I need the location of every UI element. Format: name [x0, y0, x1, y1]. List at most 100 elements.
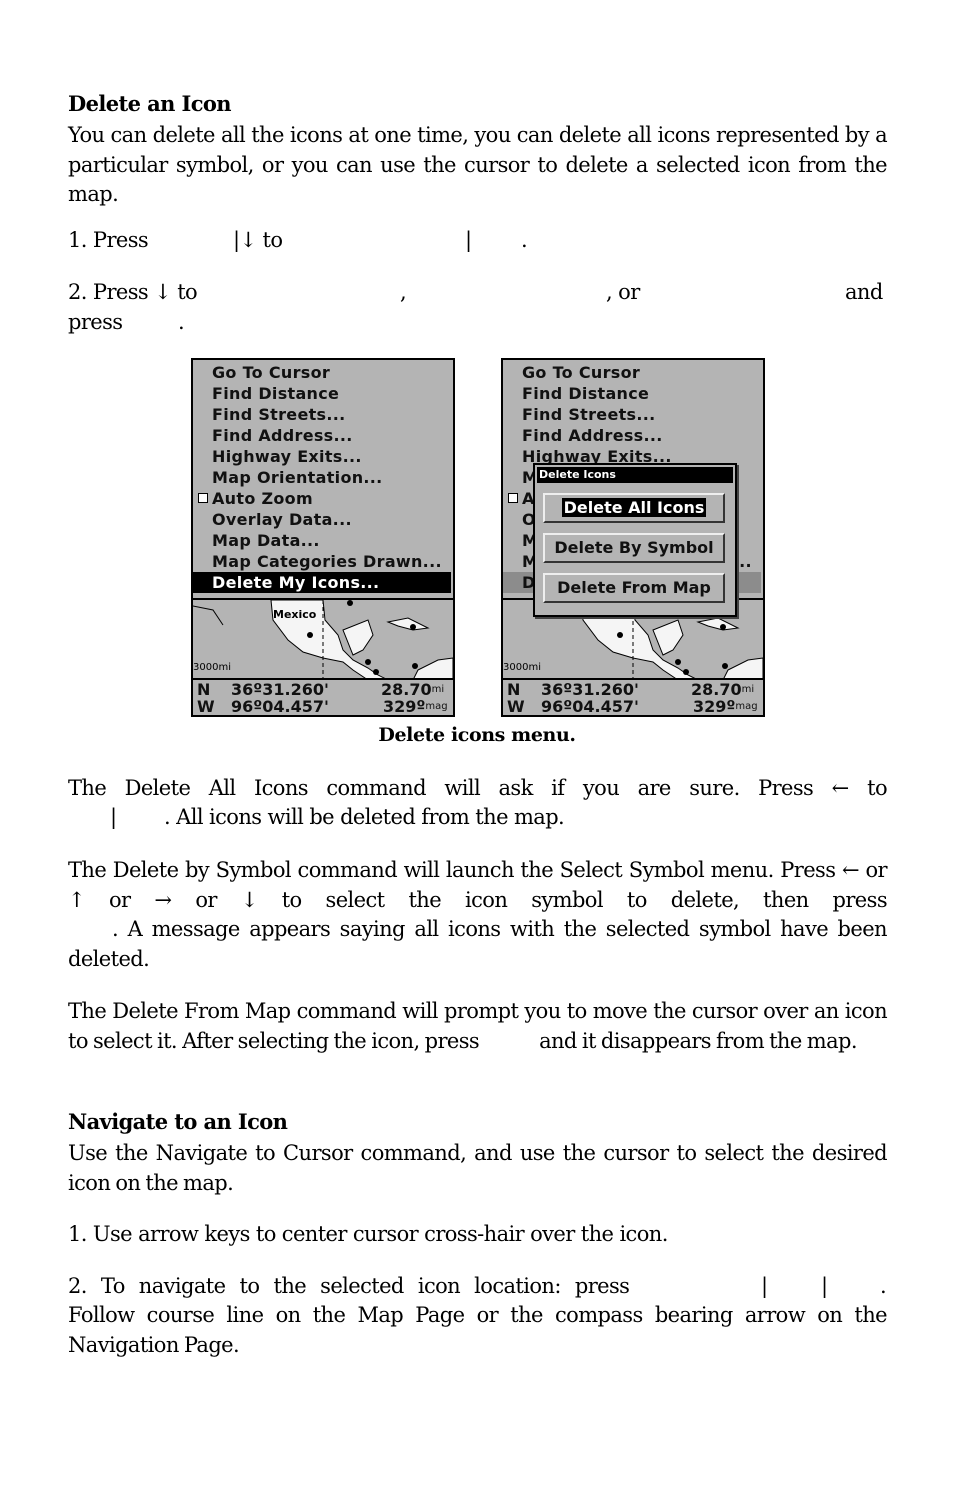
figure-caption: Delete icons menu. [378, 724, 576, 746]
menu-item-label: Find Distance [212, 384, 340, 403]
bearing: 329ºmag [693, 697, 758, 716]
menu-item-label: Delete My Icons... [212, 573, 380, 592]
step1-sep1: |↓ to [233, 228, 283, 252]
step1-prefix: 1. Press [68, 228, 149, 252]
heading-navigate-icon: Navigate to an Icon [68, 1109, 288, 1134]
delete-all-icons-button[interactable]: Delete All Icons [543, 493, 725, 523]
menu-item-label: Map Data... [212, 531, 320, 550]
lat-dir: N [197, 680, 211, 699]
icon-dot [410, 624, 416, 630]
icon-dot [617, 632, 623, 638]
icon-dot [347, 600, 353, 606]
delete-icons-dialog: Delete Icons Delete All Icons Delete By … [533, 463, 737, 617]
menu-item-label: Overlay Data... [212, 510, 352, 529]
menu-item[interactable]: Highway Exits... [193, 446, 451, 467]
intro-paragraph: You can delete all the icons at one time… [68, 123, 888, 206]
auto-zoom-checkbox[interactable] [198, 493, 208, 503]
land-central [342, 619, 374, 656]
menu-item[interactable]: Map Data... [193, 530, 451, 551]
menu-item[interactable]: Find Address... [503, 425, 761, 446]
step2-comma: , [400, 280, 407, 304]
auto-zoom-checkbox[interactable] [508, 493, 518, 503]
step2-or: , or [606, 280, 640, 304]
menu-item[interactable]: Find Streets... [193, 404, 451, 425]
step2-and: and [845, 280, 883, 304]
position-readout: N 36º31.260' 28.70mi W 96º04.457' 329ºma… [193, 678, 453, 716]
map-graphic [193, 599, 453, 681]
delete-map-paragraph: The Delete From Map command will prompt … [68, 999, 888, 1053]
land-cuba [696, 617, 740, 631]
map-scale: 3000mi [503, 662, 541, 673]
navigate-intro: Use the Navigate to Cursor command, and … [68, 1141, 888, 1195]
navigate-step1: 1. Use arrow keys to center cursor cross… [68, 1222, 668, 1246]
lat-dir: N [507, 680, 521, 699]
menu-item[interactable]: Auto Zoom [193, 488, 451, 509]
dialog-title: Delete Icons [537, 467, 733, 483]
icon-dot [683, 669, 689, 675]
menu-item-label: Go To Cursor [522, 363, 641, 382]
map-menu: Go To Cursor Find Distance Find Streets...… [193, 360, 453, 600]
menu-item-label: Find Address... [522, 426, 663, 445]
icon-dot [675, 659, 681, 665]
icon-dot [722, 663, 728, 669]
longitude: 96º04.457' [231, 697, 329, 716]
land-baja [193, 605, 224, 626]
latitude: 36º31.260' [541, 680, 639, 699]
step2-prefix: 2. Press ↓ to [68, 280, 198, 304]
land-central [652, 619, 684, 656]
menu-item[interactable]: Go To Cursor [503, 362, 761, 383]
navigate-step2-sep2: | [821, 1274, 828, 1298]
navigate-step2-prefix: 2. To navigate to the selected icon loca… [68, 1274, 630, 1298]
delete-all-line2: . All icons will be deleted from the map… [164, 805, 565, 829]
menu-item[interactable]: Find Streets... [503, 404, 761, 425]
menu-item-label: Map Categories Drawn... [212, 552, 442, 571]
step1-end: . [521, 228, 528, 252]
lon-dir: W [197, 697, 215, 716]
menu-item[interactable]: Find Distance [193, 383, 451, 404]
step1-sep2: | [465, 228, 472, 252]
menu-item[interactable]: Find Address... [193, 425, 451, 446]
navigate-step2-sep1: | [761, 1274, 768, 1298]
delete-all-line1: The Delete All Icons command will ask if… [68, 776, 888, 800]
navigate-step2-cont: Follow course line on the Map Page or th… [68, 1303, 888, 1357]
longitude: 96º04.457' [541, 697, 639, 716]
position-readout: N 36º31.260' 28.70mi W 96º04.457' 329ºma… [503, 678, 763, 716]
menu-item-label: Map Orientation... [212, 468, 383, 487]
gps-screen-menu: Go To Cursor Find Distance Find Streets...… [191, 358, 455, 717]
menu-item-label: Highway Exits... [212, 447, 362, 466]
delete-symbol-paragraph: The Delete by Symbol command will launch… [68, 858, 888, 912]
menu-item[interactable]: Find Distance [503, 383, 761, 404]
latitude: 36º31.260' [231, 680, 329, 699]
land-south [412, 657, 453, 681]
delete-symbol-cont: . A message appears saying all icons wit… [68, 917, 888, 971]
menu-item[interactable]: Map Categories Drawn... [193, 551, 451, 572]
heading-delete-icon: Delete an Icon [68, 91, 232, 116]
menu-item-label: Go To Cursor [212, 363, 331, 382]
menu-item[interactable]: Go To Cursor [193, 362, 451, 383]
menu-item-label: Find Address... [212, 426, 353, 445]
icon-dot [365, 659, 371, 665]
step2-press: press [68, 310, 123, 334]
delete-all-sep: | [110, 805, 117, 829]
menu-item-label: Find Streets... [522, 405, 656, 424]
map-label-mexico: Mexico [273, 608, 317, 621]
land-south [722, 657, 763, 681]
menu-item-label: Find Streets... [212, 405, 346, 424]
menu-item[interactable]: Map Orientation... [193, 467, 451, 488]
bearing: 329ºmag [383, 697, 448, 716]
menu-item[interactable]: Overlay Data... [193, 509, 451, 530]
map-view: Mexico 3000mi [193, 599, 453, 681]
icon-dot [307, 632, 313, 638]
navigate-step2-end: . [880, 1274, 887, 1298]
delete-by-symbol-button[interactable]: Delete By Symbol [543, 533, 725, 563]
icon-dot [412, 663, 418, 669]
menu-item-label: Auto Zoom [212, 489, 313, 508]
menu-item[interactable]: Delete My Icons... [193, 572, 451, 593]
step2-end: . [178, 310, 185, 334]
lon-dir: W [507, 697, 525, 716]
land-cuba [386, 617, 430, 631]
icon-dot [720, 624, 726, 630]
map-scale: 3000mi [193, 662, 231, 673]
menu-item-label: Find Distance [522, 384, 650, 403]
delete-from-map-button[interactable]: Delete From Map [543, 573, 725, 603]
